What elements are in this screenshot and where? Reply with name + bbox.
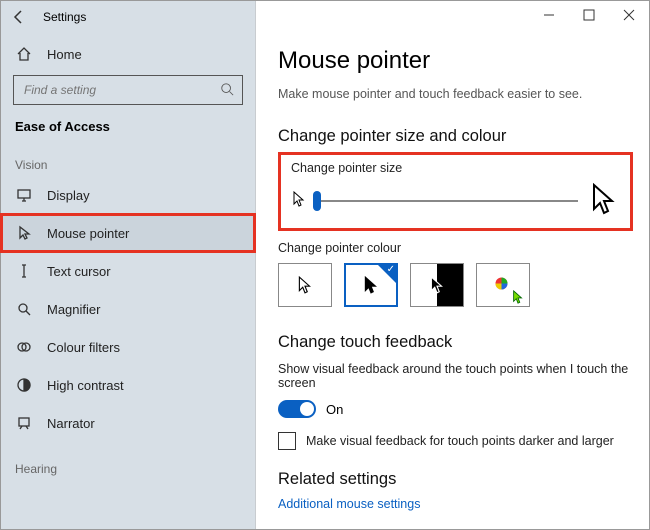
sidebar-item-label: Display	[47, 188, 90, 203]
touch-feedback-toggle[interactable]	[278, 400, 316, 418]
home-label: Home	[47, 47, 82, 62]
touch-heading: Change touch feedback	[278, 333, 633, 352]
pointer-size-label: Change pointer size	[291, 161, 620, 175]
touch-body: Show visual feedback around the touch po…	[278, 362, 633, 390]
maximize-button[interactable]	[569, 1, 609, 29]
group-vision-label: Vision	[1, 148, 255, 176]
darker-larger-label: Make visual feedback for touch points da…	[306, 434, 614, 448]
display-icon	[15, 186, 33, 204]
sidebar-item-label: Colour filters	[47, 340, 120, 355]
search-field[interactable]	[22, 82, 192, 98]
app-title: Settings	[43, 10, 86, 24]
narrator-icon	[15, 414, 33, 432]
text-cursor-icon	[15, 262, 33, 280]
pointer-colour-swatches	[278, 263, 633, 307]
pointer-colour-label: Change pointer colour	[278, 241, 633, 255]
minimize-button[interactable]	[529, 1, 569, 29]
mouse-pointer-icon	[15, 224, 33, 242]
pointer-colour-black[interactable]	[344, 263, 398, 307]
back-button[interactable]	[11, 9, 27, 25]
home-nav[interactable]: Home	[1, 33, 255, 75]
slider-thumb[interactable]	[313, 191, 321, 211]
page-subtitle: Make mouse pointer and touch feedback ea…	[278, 87, 633, 101]
sidebar-item-label: Text cursor	[47, 264, 111, 279]
sidebar-item-high-contrast[interactable]: High contrast	[1, 366, 255, 404]
pointer-colour-white[interactable]	[278, 263, 332, 307]
section-heading: Ease of Access	[1, 115, 255, 148]
group-hearing-label: Hearing	[1, 452, 255, 480]
home-icon	[15, 45, 33, 63]
search-icon	[220, 82, 234, 99]
search-input[interactable]	[13, 75, 243, 105]
pointer-colour-inverted[interactable]	[410, 263, 464, 307]
sidebar-item-label: High contrast	[47, 378, 124, 393]
additional-mouse-settings-link[interactable]: Additional mouse settings	[278, 497, 633, 511]
high-contrast-icon	[15, 376, 33, 394]
colour-filters-icon	[15, 338, 33, 356]
related-heading: Related settings	[278, 470, 633, 489]
sidebar-item-label: Magnifier	[47, 302, 100, 317]
sidebar-item-mouse-pointer[interactable]: Mouse pointer	[1, 214, 255, 252]
sidebar-item-label: Narrator	[47, 416, 95, 431]
page-title: Mouse pointer	[278, 47, 633, 75]
cursor-small-icon	[291, 191, 307, 210]
sidebar-item-text-cursor[interactable]: Text cursor	[1, 252, 255, 290]
sidebar-item-magnifier[interactable]: Magnifier	[1, 290, 255, 328]
sidebar: Settings Home Ease of Access Vision Disp…	[1, 1, 256, 529]
close-button[interactable]	[609, 1, 649, 29]
sidebar-item-display[interactable]: Display	[1, 176, 255, 214]
pointer-colour-custom[interactable]	[476, 263, 530, 307]
pointer-size-box: Change pointer size	[278, 152, 633, 231]
magnifier-icon	[15, 300, 33, 318]
sidebar-item-label: Mouse pointer	[47, 226, 129, 241]
main-panel: Mouse pointer Make mouse pointer and tou…	[256, 1, 649, 529]
sidebar-item-narrator[interactable]: Narrator	[1, 404, 255, 442]
toggle-state-label: On	[326, 402, 343, 417]
cursor-large-icon	[588, 183, 620, 218]
pointer-size-slider[interactable]	[317, 200, 578, 202]
darker-larger-checkbox[interactable]	[278, 432, 296, 450]
size-colour-heading: Change pointer size and colour	[278, 127, 633, 146]
sidebar-item-colour-filters[interactable]: Colour filters	[1, 328, 255, 366]
